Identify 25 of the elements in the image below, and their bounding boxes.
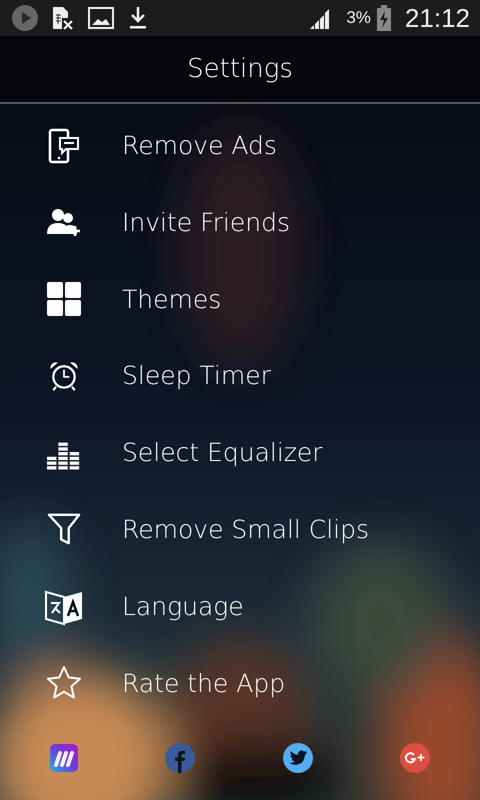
facebook-icon[interactable]: [165, 742, 196, 773]
menu-item[interactable]: Sleep Timer: [122, 361, 271, 390]
sim-card-icon: [52, 6, 74, 30]
battery-percent: 3%: [346, 8, 371, 28]
menu-item[interactable]: Remove Ads: [122, 131, 277, 160]
page-title: Settings: [187, 54, 293, 84]
menu-item[interactable]: Invite Friends: [122, 208, 290, 237]
menu-item[interactable]: Rate the App: [122, 668, 286, 698]
menu-item[interactable]: Themes: [122, 284, 222, 314]
phone-ad-icon: [46, 128, 82, 164]
menu-item[interactable]: Select Equalizer: [122, 438, 323, 468]
funnel-icon: [47, 512, 81, 546]
image-icon: [88, 7, 114, 30]
app-logo-icon[interactable]: [50, 744, 78, 772]
battery-charging-icon: [376, 5, 391, 32]
menu-item[interactable]: Remove Small Clips: [122, 514, 370, 544]
star-icon: [46, 665, 82, 702]
alarm-clock-icon: [48, 360, 80, 392]
play-icon: [12, 5, 38, 32]
google-plus-icon[interactable]: [400, 742, 430, 773]
download-icon: [128, 6, 148, 30]
menu-item[interactable]: Language: [122, 592, 244, 621]
clock-time: 21:12: [404, 2, 470, 34]
grid-icon: [46, 281, 82, 318]
twitter-icon[interactable]: [282, 742, 313, 773]
